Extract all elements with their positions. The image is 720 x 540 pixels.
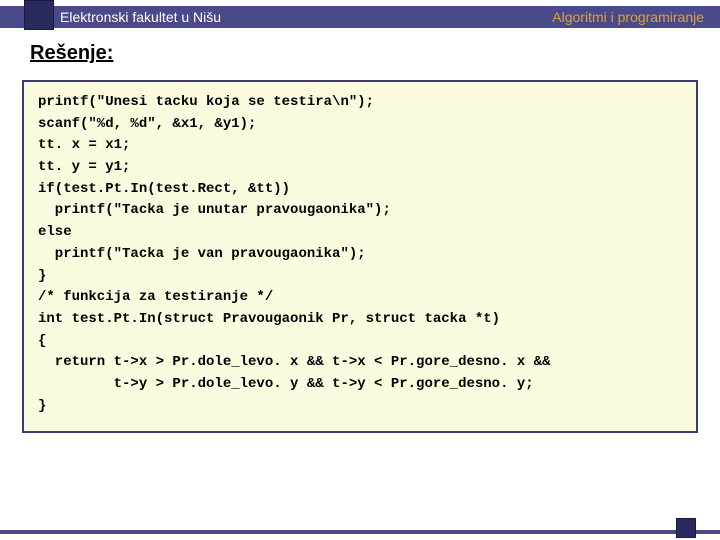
code-content: printf("Unesi tacku koja se testira\n");… (38, 92, 682, 417)
footer-accent-bar (0, 530, 720, 534)
header-accent-square (24, 0, 54, 30)
header-right-text: Algoritmi i programiranje (552, 9, 704, 25)
code-box: printf("Unesi tacku koja se testira\n");… (22, 80, 698, 433)
header-bar: Elektronski fakultet u Nišu Algoritmi i … (0, 6, 720, 28)
slide: Elektronski fakultet u Nišu Algoritmi i … (0, 0, 720, 540)
footer-accent-square (676, 518, 696, 538)
header-left-text: Elektronski fakultet u Nišu (60, 9, 221, 25)
section-title: Rešenje: (30, 42, 113, 65)
